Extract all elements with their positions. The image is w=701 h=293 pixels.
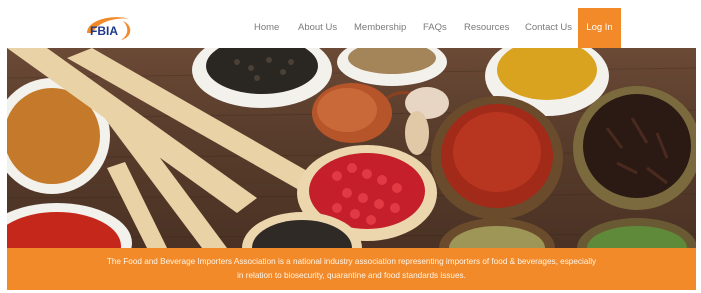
nav-home[interactable]: Home bbox=[254, 8, 279, 48]
page-frame: FBIA Home About Us Membership FAQs Resou… bbox=[7, 8, 696, 290]
spices-illustration bbox=[7, 48, 696, 248]
nav-resources[interactable]: Resources bbox=[464, 8, 509, 48]
nav-faqs[interactable]: FAQs bbox=[423, 8, 447, 48]
main-nav: Home About Us Membership FAQs Resources … bbox=[7, 8, 696, 48]
banner-text-line-2: in relation to biosecurity, quarantine a… bbox=[237, 271, 466, 280]
hero-image bbox=[7, 48, 696, 248]
site-header: FBIA Home About Us Membership FAQs Resou… bbox=[7, 8, 696, 48]
login-button[interactable]: Log In bbox=[578, 8, 621, 48]
banner-text-line-1: The Food and Beverage Importers Associat… bbox=[106, 257, 597, 266]
nav-about-us[interactable]: About Us bbox=[298, 8, 337, 48]
nav-membership[interactable]: Membership bbox=[354, 8, 406, 48]
intro-banner: The Food and Beverage Importers Associat… bbox=[7, 248, 696, 290]
nav-contact-us[interactable]: Contact Us bbox=[525, 8, 572, 48]
